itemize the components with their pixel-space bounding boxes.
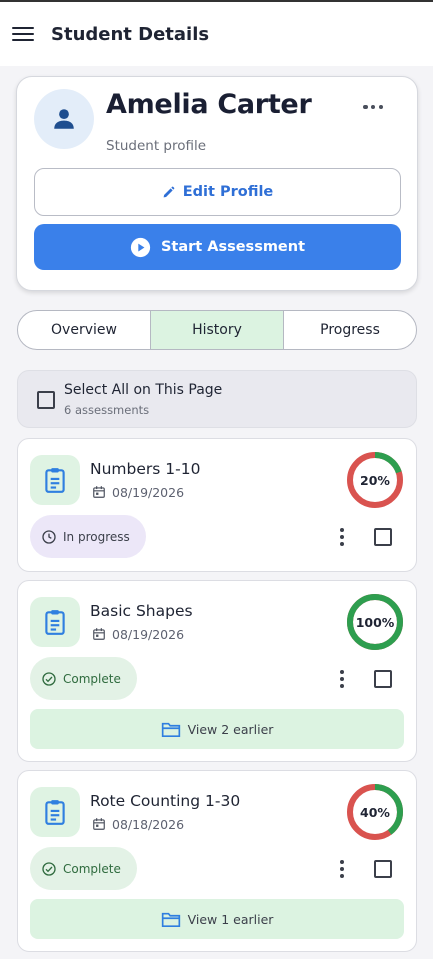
clipboard-icon bbox=[30, 787, 80, 837]
status-badge: In progress bbox=[30, 515, 146, 558]
view-earlier-label: View 1 earlier bbox=[187, 911, 274, 927]
status-label: Complete bbox=[63, 671, 121, 686]
progress-ring: 100% bbox=[346, 593, 404, 651]
calendar-icon bbox=[93, 486, 105, 498]
progress-percent: 100% bbox=[355, 614, 395, 630]
avatar bbox=[34, 89, 94, 149]
folder-icon bbox=[161, 722, 180, 737]
assessment-title: Rote Counting 1-30 bbox=[90, 792, 241, 810]
tab-overview[interactable]: Overview bbox=[18, 311, 150, 349]
status-label: In progress bbox=[63, 529, 130, 544]
app-bar: Student Details bbox=[0, 2, 433, 66]
progress-percent: 20% bbox=[360, 472, 390, 488]
profile-card: Amelia Carter Student profile Edit Profi… bbox=[16, 76, 418, 291]
check-circle-icon bbox=[42, 671, 56, 686]
status-label: Complete bbox=[63, 861, 121, 876]
view-earlier-label: View 2 earlier bbox=[187, 721, 274, 737]
progress-ring: 40% bbox=[346, 783, 404, 841]
assessment-checkbox[interactable] bbox=[374, 528, 392, 546]
clipboard-icon bbox=[30, 597, 80, 647]
play-circle-icon bbox=[130, 237, 151, 257]
select-all-bar: Select All on This Page 6 assessments bbox=[17, 370, 417, 428]
assessment-checkbox[interactable] bbox=[374, 670, 392, 688]
page-title: Student Details bbox=[51, 23, 210, 45]
start-assessment-button[interactable]: Start Assessment bbox=[34, 224, 401, 270]
select-all-checkbox[interactable] bbox=[37, 391, 55, 409]
person-icon bbox=[54, 109, 74, 129]
tab-history[interactable]: History bbox=[150, 311, 283, 349]
tab-progress[interactable]: Progress bbox=[283, 311, 416, 349]
edit-profile-button[interactable]: Edit Profile bbox=[34, 168, 401, 216]
calendar-icon bbox=[93, 818, 105, 830]
student-name: Amelia Carter bbox=[106, 89, 312, 120]
view-earlier-button[interactable]: View 1 earlier bbox=[30, 899, 404, 939]
assessment-count: 6 assessments bbox=[64, 403, 150, 417]
calendar-icon bbox=[93, 628, 105, 640]
assessment-card[interactable]: Numbers 1-10 08/19/2026 20% In progress bbox=[17, 438, 417, 572]
assessment-card[interactable]: Rote Counting 1-30 08/18/2026 40% Comple… bbox=[17, 770, 417, 952]
status-badge: Complete bbox=[30, 847, 137, 890]
select-all-label: Select All on This Page bbox=[64, 382, 223, 398]
folder-icon bbox=[161, 912, 180, 927]
pencil-icon bbox=[163, 186, 175, 197]
check-circle-icon bbox=[42, 861, 56, 876]
clipboard-icon bbox=[30, 455, 80, 505]
progress-percent: 40% bbox=[360, 804, 390, 820]
menu-icon[interactable] bbox=[12, 25, 34, 43]
edit-profile-label: Edit Profile bbox=[182, 184, 274, 200]
status-badge: Complete bbox=[30, 657, 137, 700]
more-vertical-icon[interactable] bbox=[339, 670, 345, 688]
assessment-date: 08/19/2026 bbox=[112, 485, 185, 500]
assessment-date: 08/18/2026 bbox=[112, 817, 185, 832]
assessment-title: Basic Shapes bbox=[90, 602, 193, 620]
tab-bar: Overview History Progress bbox=[17, 310, 417, 350]
assessment-title: Numbers 1-10 bbox=[90, 460, 201, 478]
assessment-card[interactable]: Basic Shapes 08/19/2026 100% Complete Vi… bbox=[17, 580, 417, 762]
start-assessment-label: Start Assessment bbox=[160, 239, 306, 255]
clock-icon bbox=[42, 529, 56, 544]
view-earlier-button[interactable]: View 2 earlier bbox=[30, 709, 404, 749]
student-subtitle: Student profile bbox=[106, 138, 207, 154]
more-vertical-icon[interactable] bbox=[339, 528, 345, 546]
more-horizontal-icon[interactable] bbox=[363, 99, 383, 115]
progress-ring: 20% bbox=[346, 451, 404, 509]
assessment-date: 08/19/2026 bbox=[112, 627, 185, 642]
more-vertical-icon[interactable] bbox=[339, 860, 345, 878]
assessment-checkbox[interactable] bbox=[374, 860, 392, 878]
